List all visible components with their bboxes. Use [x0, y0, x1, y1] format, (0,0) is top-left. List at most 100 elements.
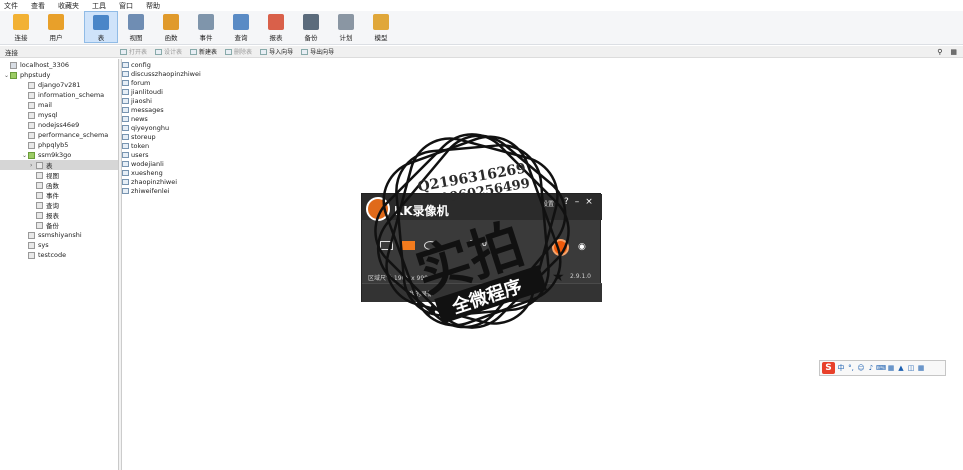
microphone-icon[interactable]: ♪ — [867, 364, 875, 372]
event-icon — [36, 191, 43, 199]
emoji-icon[interactable]: ☺ — [857, 364, 865, 372]
tree-item[interactable]: ⌄ phpstudy — [0, 70, 118, 80]
toolbar-event-button[interactable]: 事件 — [189, 11, 223, 43]
table-list-item[interactable]: config — [122, 60, 151, 69]
tree-item-label: phpstudy — [20, 71, 51, 79]
tree-item-label: 备份 — [46, 222, 59, 230]
table-list-item[interactable]: wodejianli — [122, 159, 164, 168]
tree-item[interactable]: 函数 — [0, 180, 118, 190]
tree-item[interactable]: 查询 — [0, 200, 118, 210]
action-label: 删除表 — [234, 49, 253, 56]
grid-view-icon[interactable]: ▦ — [950, 48, 957, 56]
toolbox-icon[interactable]: ▦ — [887, 364, 895, 372]
menu-item[interactable]: 收藏夹 — [58, 1, 79, 11]
tree-item[interactable]: localhost_3306 — [0, 60, 118, 70]
tree-item-label: 事件 — [46, 192, 59, 200]
object-action-button[interactable]: 删除表 — [225, 47, 252, 56]
table-icon — [122, 178, 129, 185]
table-name: discusszhaopinzhiwei — [131, 69, 201, 78]
tree-item[interactable]: information_schema — [0, 90, 118, 100]
menu-item[interactable]: 帮助 — [146, 1, 160, 11]
menu-item[interactable]: 工具 — [92, 1, 106, 11]
object-action-button[interactable]: 打开表 — [120, 47, 147, 56]
table-name: qiyeyonghu — [131, 123, 170, 132]
table-name: config — [131, 60, 151, 69]
action-label: 导出向导 — [310, 49, 335, 56]
toolbar-report-button[interactable]: 报表 — [259, 11, 293, 43]
table-icon — [122, 70, 129, 77]
table-list-item[interactable]: storeup — [122, 132, 156, 141]
table-list-item[interactable]: news — [122, 114, 148, 123]
tree-item[interactable]: nodejss46e9 — [0, 120, 118, 130]
function-icon — [163, 14, 179, 30]
db-icon — [28, 131, 35, 139]
table-list-item[interactable]: jianlitoudi — [122, 87, 163, 96]
toolbar-user-button[interactable]: 用户 — [39, 11, 73, 43]
toolbar-schedule-button[interactable]: 计划 — [329, 11, 363, 43]
table-list-item[interactable]: jiaoshi — [122, 96, 152, 105]
tree-item[interactable]: ssmshiyanshi — [0, 230, 118, 240]
object-action-button[interactable]: 新建表 — [190, 47, 217, 56]
tree-item[interactable]: 备份 — [0, 220, 118, 230]
tree-item-label: information_schema — [38, 91, 105, 99]
table-list-item[interactable]: messages — [122, 105, 164, 114]
backup-icon — [303, 14, 319, 30]
tree-item[interactable]: ⌄ ssm9k3go — [0, 150, 118, 160]
tree-item[interactable]: phpqlyb5 — [0, 140, 118, 150]
ime-mode-toggle[interactable]: 中 — [837, 364, 845, 372]
skin-icon[interactable]: ▲ — [897, 364, 905, 372]
tree-item[interactable]: sys — [0, 240, 118, 250]
table-icon — [122, 115, 129, 122]
table-list-item[interactable]: xuesheng — [122, 168, 163, 177]
toolbar-function-button[interactable]: 函数 — [154, 11, 188, 43]
toolbar-table-button[interactable]: 表 — [84, 11, 118, 43]
sogou-logo-icon[interactable]: S — [822, 362, 835, 374]
object-action-button[interactable]: 导出向导 — [301, 47, 334, 56]
tree-item[interactable]: django7v281 — [0, 80, 118, 90]
tree-item[interactable]: › 表 — [0, 160, 118, 170]
table-list-item[interactable]: qiyeyonghu — [122, 123, 169, 132]
db-icon — [28, 91, 35, 99]
menu-item[interactable]: 文件 — [4, 1, 18, 11]
punctuation-icon[interactable]: °, — [847, 364, 855, 372]
navigation-tree: localhost_3306 ⌄ phpstudy django7v281 inform… — [0, 59, 119, 470]
keyboard-icon[interactable]: ⌨ — [876, 364, 886, 372]
table-name: storeup — [131, 132, 156, 141]
toolbar-connection-button[interactable]: 连接 — [4, 11, 38, 43]
toolbar-backup-button[interactable]: 备份 — [294, 11, 328, 43]
tree-item[interactable]: 报表 — [0, 210, 118, 220]
table-list-item[interactable]: users — [122, 150, 149, 159]
connection-header: 连接 — [5, 48, 18, 57]
object-action-button[interactable]: 导入向导 — [260, 47, 293, 56]
table-name: users — [131, 150, 149, 159]
toolbar-model-button[interactable]: 模型 — [364, 11, 398, 43]
event-icon — [198, 14, 214, 30]
tree-item-label: localhost_3306 — [20, 61, 69, 69]
table-list-item[interactable]: token — [122, 141, 149, 150]
tree-item[interactable]: mysql — [0, 110, 118, 120]
tree-item[interactable]: testcode — [0, 250, 118, 260]
object-action-button[interactable]: 设计表 — [155, 47, 182, 56]
table-name: token — [131, 141, 150, 150]
menu-item[interactable]: 窗口 — [119, 1, 133, 11]
apps-icon[interactable]: ◫ — [907, 364, 915, 372]
tree-item[interactable]: 事件 — [0, 190, 118, 200]
toolbar-label: 计划 — [339, 34, 353, 42]
tree-item-label: ssm9k3go — [38, 151, 72, 159]
search-icon[interactable]: ⚲ — [937, 48, 942, 56]
star-icon: ★ — [552, 269, 565, 285]
menu-item[interactable]: 查看 — [31, 1, 45, 11]
toolbar-view-button[interactable]: 视图 — [119, 11, 153, 43]
table-list-item[interactable]: discusszhaopinzhiwei — [122, 69, 201, 78]
toolbar-query-button[interactable]: 查询 — [224, 11, 258, 43]
table-list-item[interactable]: zhaopinzhiwei — [122, 177, 177, 186]
tree-item[interactable]: 视图 — [0, 170, 118, 180]
table-list-item[interactable]: zhiweifenlei — [122, 186, 169, 195]
table-list-item[interactable]: forum — [122, 78, 150, 87]
db-icon — [28, 101, 35, 109]
table-name: jiaoshi — [131, 96, 152, 105]
grid-icon[interactable]: ▦ — [917, 364, 925, 372]
tree-item[interactable]: mail — [0, 100, 118, 110]
tree-item[interactable]: performance_schema — [0, 130, 118, 140]
table-icon — [93, 15, 109, 30]
